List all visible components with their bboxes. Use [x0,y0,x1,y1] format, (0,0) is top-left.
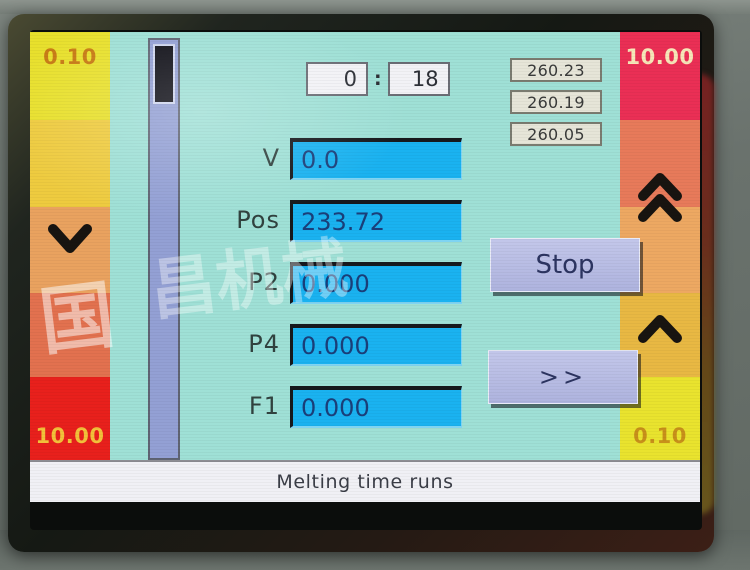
stop-button[interactable]: Stop [490,238,640,292]
right-ramp-top-value: 10.00 [625,45,695,69]
ramp-segment[interactable] [30,293,110,377]
left-ramp-top-value: 0.10 [43,45,97,69]
parameter-field-list: V 0.0 Pos 233.72 P2 0.000 P4 0.000 F1 0.… [190,132,480,442]
field-label-p4: P4 [248,330,280,358]
status-bar: Melting time runs [30,460,700,502]
right-ramp-bottom-value: 0.10 [633,424,687,448]
field-value-pos[interactable]: 233.72 [290,200,462,242]
field-row-p2: P2 0.000 [190,256,480,318]
timer-seconds-field[interactable]: 18 [387,62,450,96]
field-label-f1: F1 [248,392,280,420]
chevron-down-icon[interactable] [30,224,110,257]
chevron-double-up-icon[interactable] [620,172,700,227]
hmi-screen: 0.10 10.00 10.00 0.10 0: 18 260.23 260.… [30,32,700,502]
position-slider[interactable] [148,38,180,460]
field-row-pos: Pos 233.72 [190,194,480,256]
chevron-up-icon[interactable] [620,314,700,347]
timer-separator: : [374,68,382,90]
position-slider-thumb[interactable] [153,44,175,104]
main-panel: 0 : 18 260.23 260.19 260.05 V 0.0 Pos 23… [190,32,640,460]
background-top-strip [0,0,750,14]
field-value-p2[interactable]: 0.000 [290,262,462,304]
field-row-p4: P4 0.000 [190,318,480,380]
readout-2: 260.19 [510,90,602,114]
field-value-p4[interactable]: 0.000 [290,324,462,366]
field-value-v[interactable]: 0.0 [290,138,462,180]
field-row-f1: F1 0.000 [190,380,480,442]
readout-group: 260.23 260.19 260.05 [510,58,602,146]
field-value-f1[interactable]: 0.000 [290,386,462,428]
jog-speed-down-ramp[interactable]: 0.10 10.00 [30,32,110,460]
screenshot-root: 0.10 10.00 10.00 0.10 0: 18 260.23 260.… [0,0,750,570]
timer-group: 0 : 18 [306,62,450,96]
left-ramp-bottom-value: 10.00 [35,424,105,448]
field-label-pos: Pos [236,206,280,234]
field-label-v: V [262,144,280,172]
field-row-v: V 0.0 [190,132,480,194]
field-label-p2: P2 [248,268,280,296]
timer-minutes-field[interactable]: 0 [306,62,368,96]
readout-1: 260.23 [510,58,602,82]
next-page-button[interactable]: >> [488,350,638,404]
readout-3: 260.05 [510,122,602,146]
ramp-segment[interactable] [30,119,110,208]
